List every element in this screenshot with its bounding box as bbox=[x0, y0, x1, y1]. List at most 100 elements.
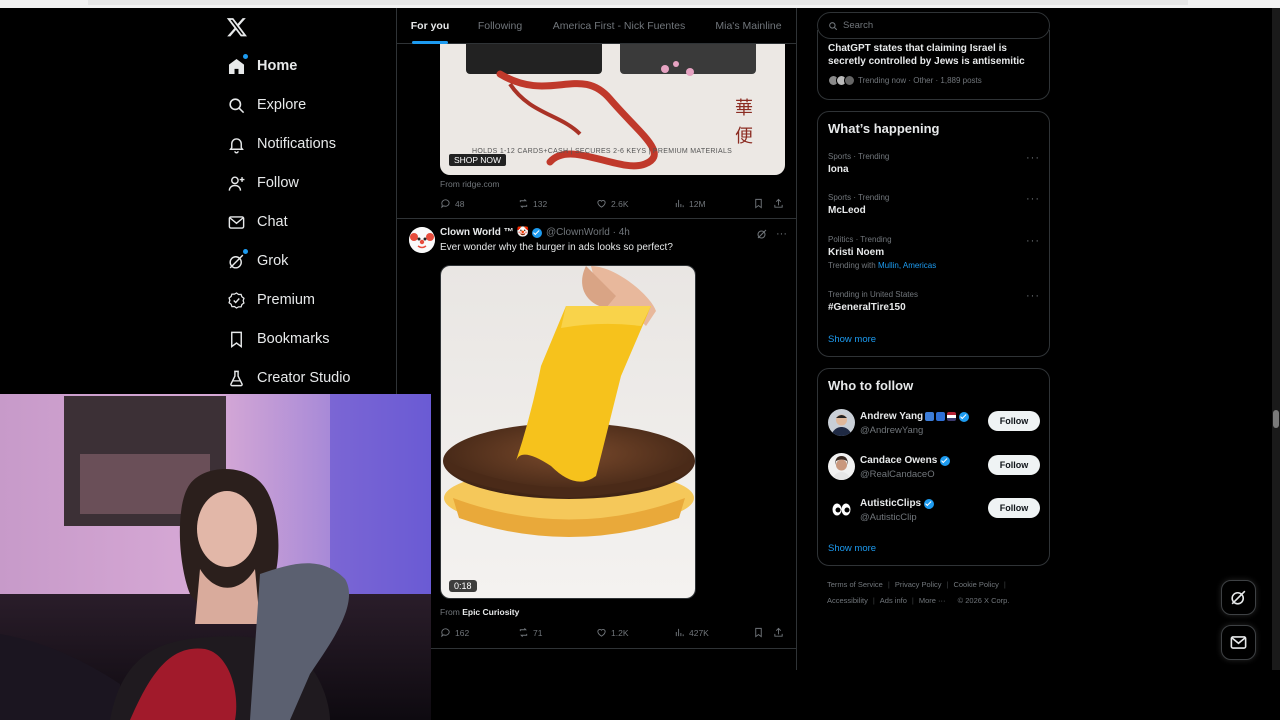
chat-floating-button[interactable] bbox=[1221, 625, 1256, 660]
nav-item-premium[interactable]: Premium bbox=[226, 288, 315, 312]
search-icon bbox=[829, 21, 838, 30]
search-input[interactable] bbox=[843, 20, 1033, 31]
follow-suggestion[interactable]: Candace Owens @RealCandaceO Follow bbox=[828, 453, 1040, 483]
share-button[interactable] bbox=[773, 627, 788, 638]
trend-related-links[interactable]: Mullin, Americas bbox=[878, 261, 936, 270]
ad-actions: 48 132 2.6K 12M bbox=[440, 198, 785, 212]
avatar[interactable] bbox=[828, 496, 855, 523]
notification-dot bbox=[243, 249, 248, 254]
avatar[interactable] bbox=[828, 409, 855, 436]
follow-button[interactable]: Follow bbox=[988, 498, 1040, 518]
avatar bbox=[844, 75, 855, 86]
more-options-icon[interactable]: ··· bbox=[1026, 290, 1040, 302]
views-button[interactable]: 12M bbox=[674, 198, 706, 209]
avatar[interactable] bbox=[409, 227, 435, 253]
repost-button[interactable]: 132 bbox=[518, 198, 547, 209]
trend-item[interactable]: Politics · Trending Kristi Noem Trending… bbox=[828, 235, 1040, 270]
browser-top-strip bbox=[0, 0, 1280, 8]
footer-separator: | bbox=[1003, 580, 1006, 589]
post-header-actions: ··· bbox=[756, 228, 787, 240]
share-button[interactable] bbox=[773, 198, 788, 209]
nav-item-grok[interactable]: Grok bbox=[226, 249, 288, 273]
nav-label: Follow bbox=[257, 175, 299, 191]
more-link[interactable]: More ··· bbox=[919, 596, 946, 605]
ad-source-link[interactable]: From ridge.com bbox=[440, 179, 500, 189]
like-count: 1.2K bbox=[611, 627, 629, 638]
views-icon bbox=[675, 628, 684, 637]
show-more-link[interactable]: Show more bbox=[828, 543, 876, 554]
more-options-icon[interactable]: ··· bbox=[776, 228, 787, 240]
trend-name: Kristi Noem bbox=[828, 247, 885, 258]
trend-item[interactable]: Sports · Trending Iona ··· bbox=[828, 152, 1040, 175]
like-button[interactable]: 1.2K bbox=[596, 627, 629, 638]
follow-button[interactable]: Follow bbox=[988, 455, 1040, 475]
nav-label: Explore bbox=[257, 97, 307, 113]
nav-item-bookmarks[interactable]: Bookmarks bbox=[226, 327, 330, 351]
trending-news-card[interactable]: ChatGPT states that claiming Israel is s… bbox=[817, 30, 1050, 100]
nav-label: Bookmarks bbox=[257, 331, 330, 347]
footer-separator: | bbox=[887, 580, 890, 589]
show-more-link[interactable]: Show more bbox=[828, 334, 876, 345]
search-box[interactable] bbox=[817, 12, 1050, 39]
page-scrollbar[interactable] bbox=[1272, 8, 1280, 670]
video-source[interactable]: From Epic Curiosity bbox=[440, 607, 519, 617]
author-handle[interactable]: @ClownWorld · 4h bbox=[546, 227, 630, 238]
terms-link[interactable]: Terms of Service bbox=[827, 580, 883, 589]
views-button[interactable]: 427K bbox=[674, 627, 709, 638]
video-duration: 0:18 bbox=[449, 580, 477, 592]
grok-icon[interactable] bbox=[756, 228, 768, 240]
nav-item-notifications[interactable]: Notifications bbox=[226, 132, 336, 156]
grok-floating-button[interactable] bbox=[1221, 580, 1256, 615]
scrollbar-thumb[interactable] bbox=[1273, 410, 1279, 428]
reply-count: 162 bbox=[455, 627, 470, 638]
trend-item[interactable]: Trending in United States #GeneralTire15… bbox=[828, 290, 1040, 313]
verified-badge-icon bbox=[959, 411, 970, 422]
tab-following[interactable]: Following bbox=[463, 8, 537, 44]
flask-icon bbox=[226, 368, 246, 388]
premium-icon bbox=[226, 290, 246, 310]
follow-button[interactable]: Follow bbox=[988, 411, 1040, 431]
suggestion-name[interactable]: AutisticClips bbox=[860, 498, 921, 509]
trend-category: Politics · Trending bbox=[828, 235, 892, 244]
tab-for-you[interactable]: For you bbox=[397, 8, 463, 44]
tab-mias-mainline[interactable]: Mia's Mainline bbox=[701, 8, 796, 44]
trending-headline[interactable]: ChatGPT states that claiming Israel is s… bbox=[828, 42, 1033, 68]
more-options-icon[interactable]: ··· bbox=[1026, 152, 1040, 164]
shop-now-button[interactable]: SHOP NOW bbox=[449, 154, 507, 166]
nav-item-creator-studio[interactable]: Creator Studio bbox=[226, 366, 351, 390]
share-icon bbox=[774, 627, 783, 637]
x-logo-icon[interactable] bbox=[226, 16, 248, 38]
suggestion-name[interactable]: Candace Owens bbox=[860, 455, 937, 466]
nav-item-follow[interactable]: Follow bbox=[226, 171, 299, 195]
privacy-link[interactable]: Privacy Policy bbox=[895, 580, 942, 589]
follow-suggestion[interactable]: Andrew Yang @AndrewYang Follow bbox=[828, 409, 1040, 439]
video-source-name[interactable]: Epic Curiosity bbox=[462, 607, 519, 617]
nav-item-chat[interactable]: Chat bbox=[226, 210, 288, 234]
reply-button[interactable]: 48 bbox=[440, 198, 464, 209]
tab-america-first[interactable]: America First - Nick Fuentes bbox=[537, 8, 701, 44]
verified-badge-icon bbox=[531, 227, 542, 238]
ads-info-link[interactable]: Ads info bbox=[880, 596, 907, 605]
bookmark-button[interactable] bbox=[753, 627, 768, 638]
avatar[interactable] bbox=[828, 453, 855, 480]
suggestion-name[interactable]: Andrew Yang bbox=[860, 411, 923, 422]
repost-count: 71 bbox=[533, 627, 543, 638]
follow-suggestion[interactable]: AutisticClips @AutisticClip Follow bbox=[828, 496, 1040, 526]
footer-separator bbox=[951, 596, 953, 605]
reply-button[interactable]: 162 bbox=[440, 627, 469, 638]
nav-label: Chat bbox=[257, 214, 288, 230]
bookmark-button[interactable] bbox=[753, 198, 768, 209]
trend-item[interactable]: Sports · Trending McLeod ··· bbox=[828, 193, 1040, 216]
panel-title: What’s happening bbox=[828, 121, 940, 136]
nav-item-explore[interactable]: Explore bbox=[226, 93, 306, 117]
grok-icon bbox=[226, 249, 248, 271]
accessibility-link[interactable]: Accessibility bbox=[827, 596, 868, 605]
post-video[interactable] bbox=[440, 265, 696, 599]
author-name[interactable]: Clown World ™ 🤡 bbox=[440, 227, 529, 238]
cookie-link[interactable]: Cookie Policy bbox=[953, 580, 998, 589]
nav-item-home[interactable]: Home bbox=[226, 54, 297, 78]
more-options-icon[interactable]: ··· bbox=[1026, 193, 1040, 205]
more-options-icon[interactable]: ··· bbox=[1026, 235, 1040, 247]
like-button[interactable]: 2.6K bbox=[596, 198, 629, 209]
repost-button[interactable]: 71 bbox=[518, 627, 542, 638]
